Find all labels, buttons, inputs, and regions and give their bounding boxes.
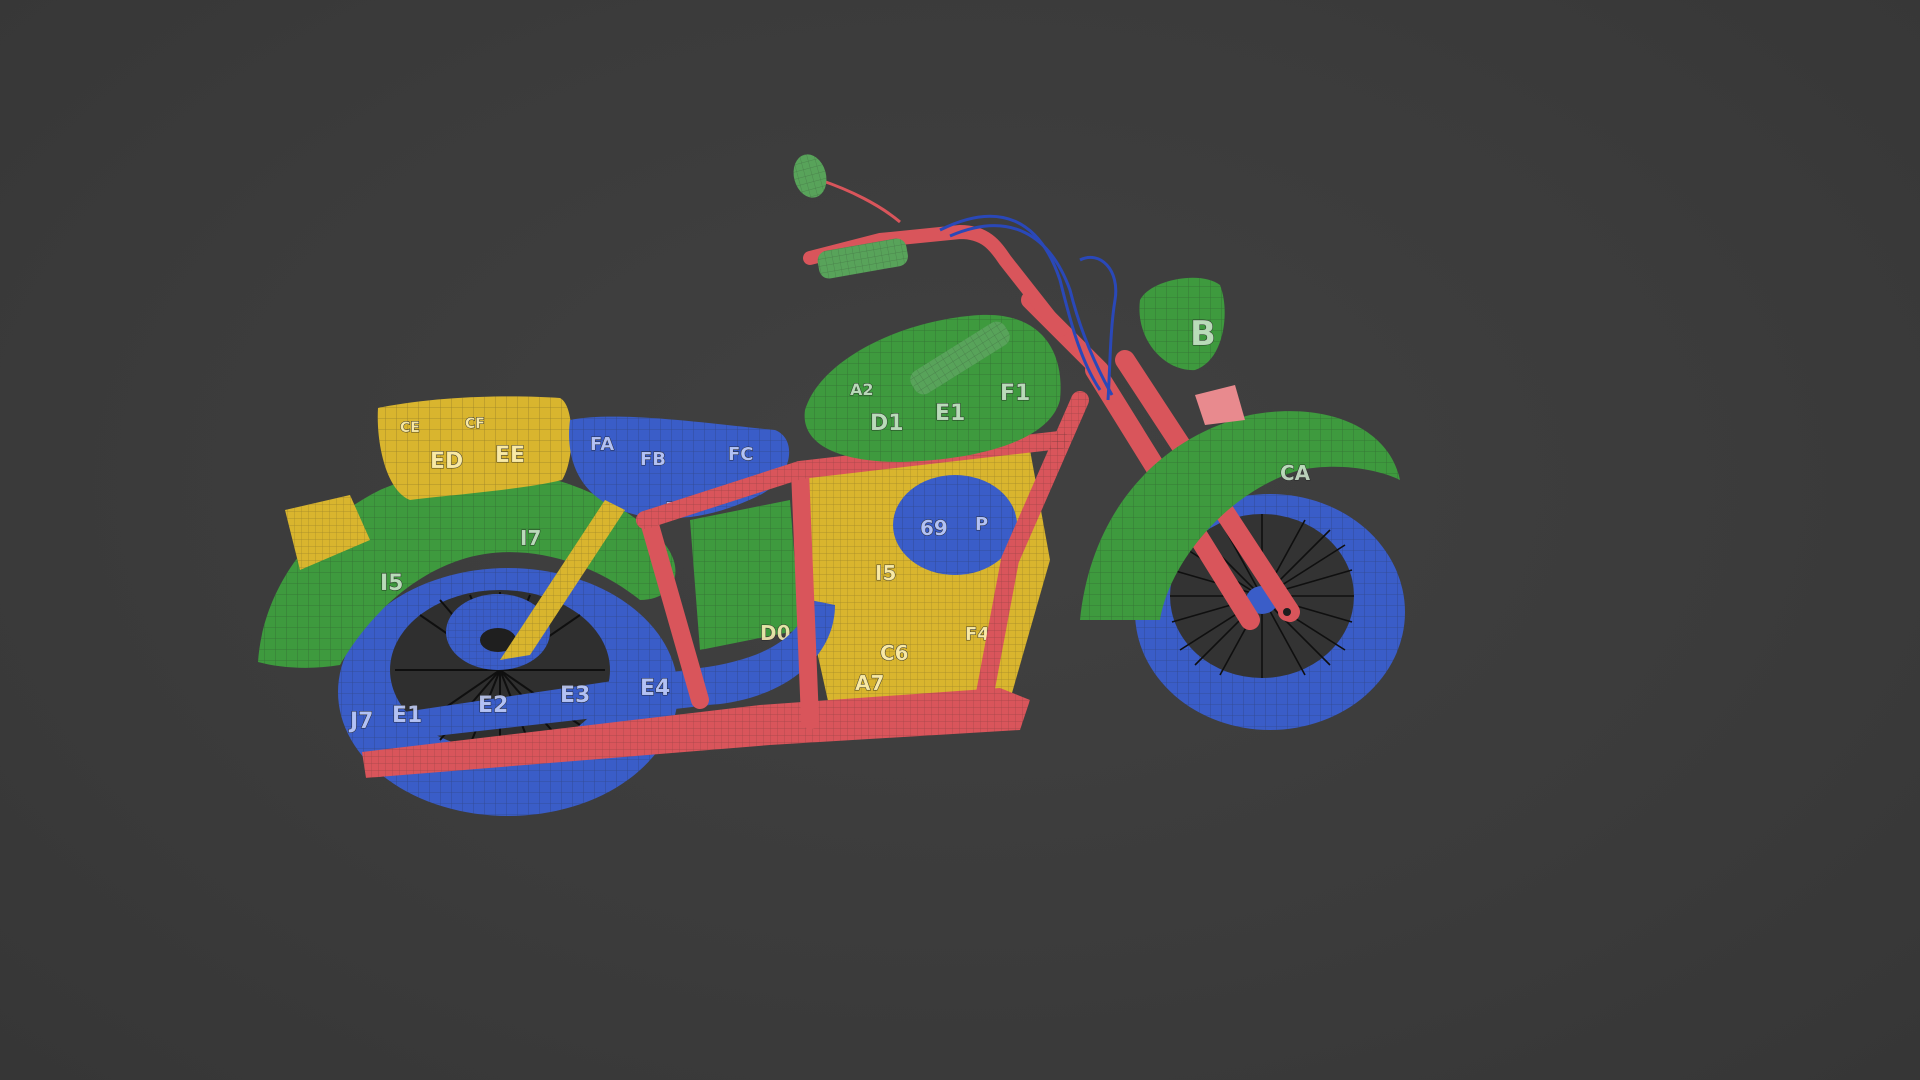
- uv-label: A7: [855, 671, 884, 695]
- uv-label: ED: [430, 449, 463, 474]
- uv-label: FC: [728, 444, 754, 465]
- uv-label: I7: [520, 526, 541, 550]
- uv-label: CE: [400, 420, 420, 436]
- uv-label: 69: [920, 516, 948, 540]
- uv-label: C6: [880, 641, 909, 665]
- uv-label: B: [1190, 314, 1216, 354]
- uv-label: EE: [495, 443, 525, 468]
- uv-label: P: [975, 514, 988, 535]
- uv-label: F1: [1000, 381, 1030, 406]
- uv-label: E1: [392, 703, 422, 728]
- handlebar: [803, 225, 1067, 337]
- uv-label: E3: [560, 683, 590, 708]
- mirror: [793, 154, 901, 224]
- uv-label: CF: [465, 416, 485, 432]
- uv-label: D1: [870, 411, 904, 436]
- uv-label: I5: [875, 561, 896, 585]
- front-axle: [1278, 603, 1296, 621]
- uv-label: E2: [478, 693, 508, 718]
- uv-label: FB: [640, 449, 666, 470]
- uv-label: I5: [380, 571, 404, 596]
- uv-label: CA: [1280, 461, 1311, 485]
- uv-label: E4: [640, 676, 670, 701]
- motorcycle-model[interactable]: I5 I7 ED EE CF CE FA FB FC C6 A7 I5 D0 F…: [0, 0, 1920, 1080]
- headlight: B: [1139, 277, 1225, 371]
- uv-label: FA: [590, 434, 614, 455]
- uv-label: A2: [850, 380, 874, 399]
- fork-cap: [1195, 385, 1245, 425]
- uv-label: E1: [935, 401, 965, 426]
- uv-label: J7: [348, 709, 374, 734]
- 3d-viewport[interactable]: I5 I7 ED EE CF CE FA FB FC C6 A7 I5 D0 F…: [0, 0, 1920, 1080]
